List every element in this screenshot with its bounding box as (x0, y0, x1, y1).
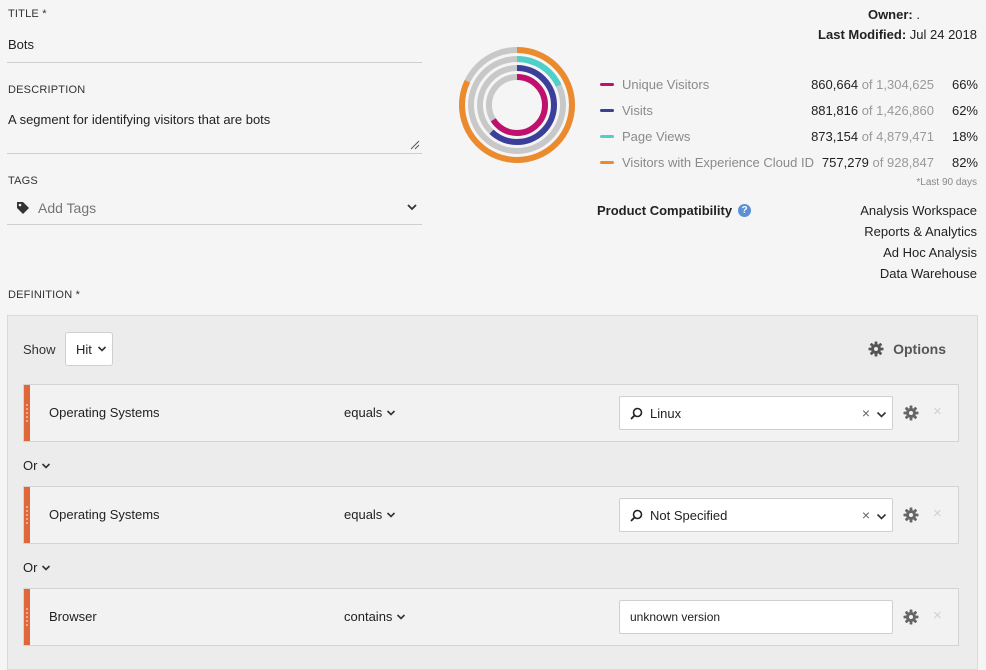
options-button[interactable]: Options (868, 341, 946, 357)
legend-swatch (600, 83, 614, 86)
drag-handle[interactable] (24, 589, 30, 645)
segment-rule: Browser contains unknown version × (23, 588, 959, 646)
metric-count: 757,279 of 928,847 (821, 155, 934, 170)
chevron-down-icon[interactable] (876, 409, 887, 420)
or-connector-dropdown[interactable]: Or (23, 560, 51, 575)
segment-donut-chart (459, 47, 575, 163)
value-select[interactable]: Not Specified × (619, 498, 893, 532)
tags-field[interactable] (8, 196, 422, 220)
chevron-down-icon (42, 564, 51, 571)
metric-row: Page Views 873,154 of 4,879,471 18% (600, 127, 978, 147)
gear-icon[interactable] (903, 405, 919, 421)
chevron-down-icon (397, 613, 406, 620)
drag-handle[interactable] (24, 487, 30, 543)
compat-item: Reports & Analytics (864, 224, 977, 239)
chevron-down-icon[interactable] (406, 201, 418, 213)
tags-input[interactable] (38, 200, 398, 216)
dimension-name[interactable]: Operating Systems (49, 405, 160, 420)
metric-percent: 66% (951, 77, 978, 92)
or-connector-dropdown[interactable]: Or (23, 458, 51, 473)
gear-icon (868, 341, 884, 357)
value-input[interactable]: unknown version (619, 600, 893, 634)
metric-percent: 18% (951, 129, 978, 144)
remove-rule-icon[interactable]: × (933, 607, 942, 624)
metric-count: 860,664 of 1,304,625 (811, 77, 934, 92)
metric-name: Unique Visitors (622, 77, 710, 92)
compat-item: Data Warehouse (879, 266, 977, 281)
metric-name: Visitors with Experience Cloud ID (622, 155, 814, 170)
legend-swatch (600, 109, 614, 112)
tags-underline (7, 224, 422, 225)
operator-dropdown[interactable]: equals (344, 405, 396, 420)
help-icon[interactable]: ? (738, 204, 752, 217)
metric-name: Visits (622, 103, 653, 118)
footnote: *Last 90 days (916, 177, 977, 188)
operator-dropdown[interactable]: contains (344, 609, 406, 624)
gear-icon[interactable] (903, 609, 919, 625)
compat-item: Analysis Workspace (860, 203, 977, 218)
search-icon (630, 407, 643, 420)
metric-percent: 82% (951, 155, 978, 170)
description-underline (7, 153, 422, 154)
remove-rule-icon[interactable]: × (933, 403, 942, 420)
metric-count: 881,816 of 1,426,860 (811, 103, 934, 118)
legend-swatch (600, 161, 614, 164)
resize-grip-icon[interactable] (410, 140, 420, 150)
segment-rule: Operating Systems equals Linux × × (23, 384, 959, 442)
gear-icon[interactable] (903, 507, 919, 523)
dimension-name[interactable]: Browser (49, 609, 97, 624)
tags-label: TAGS (8, 175, 38, 187)
metric-row: Unique Visitors 860,664 of 1,304,625 66% (600, 75, 978, 95)
metric-percent: 62% (951, 103, 978, 118)
drag-handle[interactable] (24, 385, 30, 441)
chevron-down-icon (97, 346, 106, 352)
segment-rule: Operating Systems equals Not Specified × × (23, 486, 959, 544)
title-label: TITLE * (8, 8, 47, 20)
last-modified: Last Modified: Jul 24 2018 (818, 27, 977, 42)
description-label: DESCRIPTION (8, 84, 86, 96)
tag-icon (17, 202, 29, 214)
dimension-name[interactable]: Operating Systems (49, 507, 160, 522)
clear-icon[interactable]: × (862, 508, 870, 522)
value-select[interactable]: Linux × (619, 396, 893, 430)
metric-count: 873,154 of 4,879,471 (811, 129, 934, 144)
value-text: Linux (650, 406, 682, 421)
legend-swatch (600, 135, 614, 138)
metric-row: Visits 881,816 of 1,426,860 62% (600, 101, 978, 121)
show-select[interactable]: Hit (65, 332, 113, 366)
compat-item: Ad Hoc Analysis (883, 245, 977, 260)
metric-row: Visitors with Experience Cloud ID 757,279… (600, 153, 978, 173)
search-icon (630, 509, 643, 522)
chevron-down-icon (387, 511, 396, 518)
owner: Owner: . (867, 7, 920, 22)
product-compatibility-label: Product Compatibility ? (597, 203, 752, 218)
clear-icon[interactable]: × (862, 406, 870, 420)
metric-name: Page Views (622, 129, 691, 144)
show-label: Show (23, 342, 56, 357)
title-underline (7, 62, 422, 63)
value-text: unknown version (630, 610, 721, 624)
definition-label: DEFINITION * (8, 289, 81, 301)
description-textarea[interactable]: A segment for identifying visitors that … (8, 112, 270, 127)
value-text: Not Specified (650, 508, 728, 523)
chevron-down-icon (42, 462, 51, 469)
chevron-down-icon (387, 409, 396, 416)
title-input[interactable]: Bots (8, 37, 34, 52)
operator-dropdown[interactable]: equals (344, 507, 396, 522)
remove-rule-icon[interactable]: × (933, 505, 942, 522)
chevron-down-icon[interactable] (876, 511, 887, 522)
